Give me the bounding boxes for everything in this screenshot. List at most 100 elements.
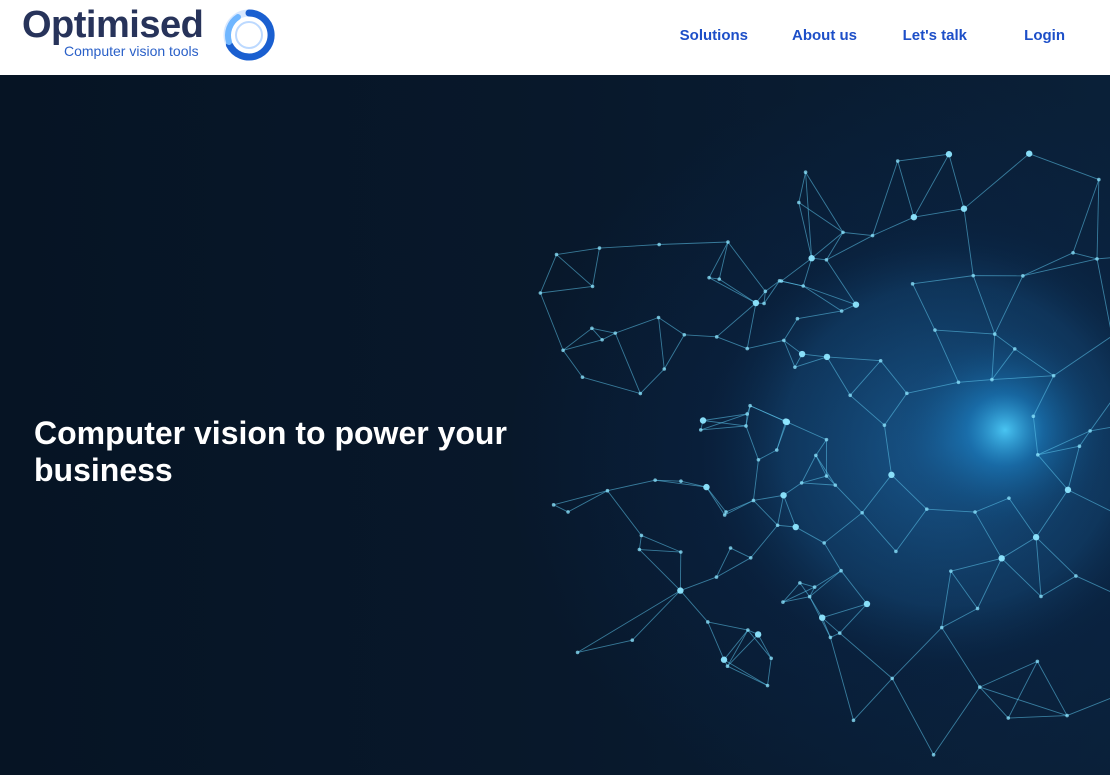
network-node (782, 338, 786, 343)
network-node (799, 481, 804, 485)
network-node (662, 367, 667, 371)
network-edge (727, 665, 768, 686)
network-node (960, 205, 968, 212)
network-node (924, 507, 929, 511)
network-node (808, 255, 815, 262)
network-node (798, 350, 806, 358)
network-node (762, 301, 766, 306)
network-node (717, 277, 722, 281)
network-node (653, 478, 657, 482)
network-node (945, 151, 953, 158)
network-edge (615, 317, 659, 334)
network-edge (680, 576, 717, 592)
network-node (890, 676, 895, 681)
network-edge (553, 504, 569, 513)
network-node (822, 541, 826, 545)
network-node (1071, 250, 1075, 255)
network-node (1035, 659, 1040, 664)
network-node (575, 650, 580, 655)
site-header: Optimised Computer vision tools Solution… (0, 0, 1110, 75)
network-node (824, 258, 829, 262)
network-node (971, 273, 976, 278)
network-edge (599, 244, 660, 249)
network-edge (723, 629, 749, 660)
network-node (824, 437, 829, 442)
network-edge (638, 535, 642, 550)
network-node (837, 631, 842, 635)
network-edge (707, 621, 748, 631)
network-node (975, 606, 980, 611)
nav-login[interactable]: Login (1024, 27, 1065, 44)
network-node (824, 474, 829, 478)
hero-title: Computer vision to power your business (34, 415, 507, 488)
network-node (656, 315, 661, 320)
network-edge (757, 634, 772, 659)
network-node (860, 511, 864, 515)
network-edge (562, 339, 603, 351)
network-node (745, 412, 750, 416)
network-edge (553, 490, 608, 506)
network-node (1031, 414, 1036, 419)
network-node (769, 656, 773, 661)
network-edge (805, 171, 844, 233)
nav-solutions[interactable]: Solutions (680, 27, 748, 44)
network-node (682, 332, 687, 337)
network-node (851, 718, 856, 723)
network-edge (577, 590, 681, 653)
network-node (554, 252, 559, 257)
network-node (754, 631, 762, 638)
network-node (597, 246, 602, 250)
network-node (703, 483, 710, 491)
network-edge (798, 172, 807, 203)
network-node (752, 299, 760, 307)
network-edge (614, 332, 641, 394)
network-node (637, 547, 642, 552)
network-node (580, 375, 585, 379)
nav-about-us[interactable]: About us (792, 27, 857, 44)
brand-logo[interactable]: Optimised Computer vision tools (18, 4, 280, 66)
hero-section: Computer vision to power your business (0, 75, 1110, 775)
network-edge (1008, 715, 1068, 719)
network-node (1095, 257, 1099, 261)
network-node (705, 620, 710, 624)
network-node (870, 233, 875, 238)
nav-lets-talk[interactable]: Let's talk (903, 27, 967, 44)
network-edge (567, 490, 608, 513)
network-node (807, 594, 812, 599)
network-node (678, 550, 683, 554)
network-node (1065, 713, 1069, 718)
network-node (931, 752, 936, 757)
network-node (774, 448, 779, 452)
network-node (1051, 373, 1056, 378)
network-node (841, 230, 845, 235)
network-node (803, 170, 808, 175)
network-node (748, 556, 753, 560)
network-node (630, 638, 635, 643)
network-edge (1029, 153, 1099, 181)
network-edge (539, 292, 564, 351)
network-node (566, 510, 570, 514)
network-node (726, 240, 730, 244)
ring-logo-icon (223, 9, 275, 61)
network-node (745, 346, 750, 351)
network-node (679, 479, 683, 483)
network-edge (891, 678, 934, 756)
network-node (600, 337, 604, 342)
network-edge (853, 678, 893, 721)
network-edge (767, 658, 772, 686)
network-edge (948, 154, 965, 209)
network-edge (719, 278, 757, 304)
network-node (765, 683, 770, 688)
network-node (780, 492, 787, 499)
network-node (839, 568, 843, 573)
network-node (990, 377, 994, 382)
network-node (1007, 496, 1011, 500)
network-node (677, 587, 684, 594)
network-node (1039, 594, 1043, 599)
network-edge (592, 248, 600, 287)
network-node (910, 282, 915, 286)
network-node (1088, 429, 1092, 433)
network-edge (708, 241, 729, 278)
network-node (725, 664, 730, 668)
network-edge (933, 686, 981, 756)
